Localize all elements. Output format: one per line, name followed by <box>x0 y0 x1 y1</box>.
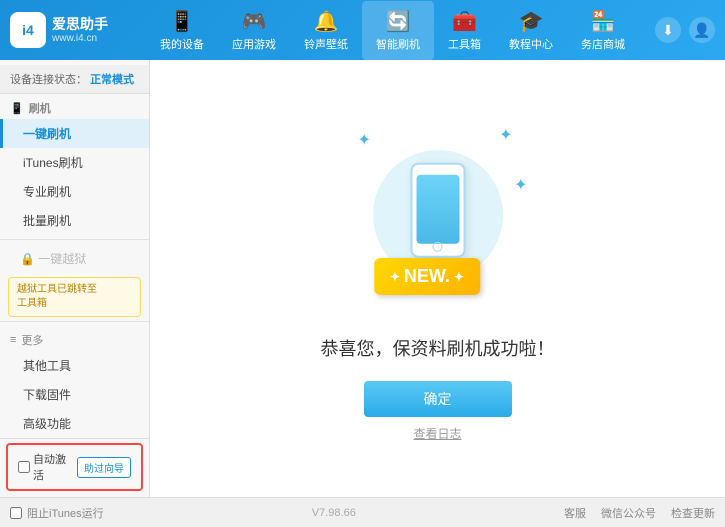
sidebar-divider-1 <box>0 239 149 240</box>
footer: 阻止iTunes运行 V7.98.66 客服 微信公众号 检查更新 <box>0 497 725 527</box>
sparkle-icon-1: ✦ <box>358 130 371 150</box>
sidebar-warning-box: 越狱工具已跳转至工具箱 <box>8 277 141 317</box>
sidebar-item-advanced[interactable]: 高级功能 <box>0 409 149 438</box>
nav-my-device-icon: 📱 <box>170 9 195 34</box>
phone-screen <box>416 175 459 244</box>
success-illustration: ✦ NEW. ✦ ✦ ✦ ✦ <box>338 115 538 315</box>
more-section-icon: ≡ <box>10 334 16 346</box>
nav-tutorial[interactable]: 🎓 教程中心 <box>495 1 567 60</box>
nav-smart-flash-icon: 🔄 <box>386 9 411 34</box>
footer-link-service[interactable]: 客服 <box>564 505 586 521</box>
sparkle-icon-3: ✦ <box>514 175 527 195</box>
nav-toolbox[interactable]: 🧰 工具箱 <box>434 1 495 60</box>
illustration-phone <box>410 163 465 258</box>
auto-activate-row: 自动激活 助过向导 <box>10 447 139 487</box>
new-badge: ✦ NEW. ✦ <box>374 258 480 295</box>
header-right: ⬇ 👤 <box>655 17 715 43</box>
sidebar-bottom: 自动激活 助过向导 📱 iPhone 15 Pro Max 512GB iPho… <box>0 438 149 497</box>
nav-tutorial-label: 教程中心 <box>509 36 553 52</box>
confirm-button[interactable]: 确定 <box>364 381 512 417</box>
nav-my-device[interactable]: 📱 我的设备 <box>146 1 218 60</box>
sidebar-item-batch-flash[interactable]: 批量刷机 <box>0 206 149 235</box>
status-value: 正常模式 <box>90 74 134 86</box>
new-badge-text: NEW. <box>404 266 450 287</box>
logo: i4 爱思助手 www.i4.cn <box>10 12 110 48</box>
auto-activate-text: 自动激活 <box>33 451 73 483</box>
star-right: ✦ <box>454 270 464 284</box>
nav-ringtones-icon: 🔔 <box>314 9 339 34</box>
content-area: ✦ NEW. ✦ ✦ ✦ ✦ 恭喜您，保资料刷机成功啦！ 确定 查看日志 <box>150 60 725 497</box>
section-flash-header: 📱 刷机 <box>0 94 149 119</box>
sidebar-item-pro-flash[interactable]: 专业刷机 <box>0 177 149 206</box>
nav-apps-icon: 🎮 <box>242 9 267 34</box>
sidebar-item-other-tools[interactable]: 其他工具 <box>0 351 149 380</box>
nav-my-device-label: 我的设备 <box>160 36 204 52</box>
nav-tutorial-icon: 🎓 <box>519 9 544 34</box>
device-row: 📱 iPhone 15 Pro Max 512GB iPhone <box>0 495 149 497</box>
sidebar: 设备连接状态： 正常模式 📱 刷机 一键刷机 iTunes刷机 专业刷机 批量刷… <box>0 60 150 497</box>
phone-home-button <box>433 242 443 252</box>
main: 设备连接状态： 正常模式 📱 刷机 一键刷机 iTunes刷机 专业刷机 批量刷… <box>0 60 725 497</box>
itunes-block-label: 阻止iTunes运行 <box>27 505 104 521</box>
sidebar-status: 设备连接状态： 正常模式 <box>0 65 149 94</box>
version-text: V7.98.66 <box>312 507 356 519</box>
sidebar-item-one-key-flash[interactable]: 一键刷机 <box>0 119 149 148</box>
nav-smart-flash[interactable]: 🔄 智能刷机 <box>362 1 434 60</box>
sidebar-item-one-key-jailbreak: 🔒 一键越狱 <box>0 244 149 273</box>
logo-letter: i4 <box>22 22 34 38</box>
nav-ringtones[interactable]: 🔔 铃声壁纸 <box>290 1 362 60</box>
footer-link-wechat[interactable]: 微信公众号 <box>601 505 656 521</box>
warning-text: 越狱工具已跳转至工具箱 <box>17 284 97 309</box>
header: i4 爱思助手 www.i4.cn 📱 我的设备 🎮 应用游戏 🔔 铃声壁纸 🔄… <box>0 0 725 60</box>
footer-center: V7.98.66 <box>124 507 544 519</box>
guide-button[interactable]: 助过向导 <box>77 457 131 478</box>
footer-link-update[interactable]: 检查更新 <box>671 505 715 521</box>
nav-apps-label: 应用游戏 <box>232 36 276 52</box>
nav-service-label: 务店商城 <box>581 36 625 52</box>
success-title: 恭喜您，保资料刷机成功啦！ <box>321 335 555 361</box>
nav-apps-games[interactable]: 🎮 应用游戏 <box>218 1 290 60</box>
star-left: ✦ <box>390 270 400 284</box>
logo-icon: i4 <box>10 12 46 48</box>
sparkle-icon-2: ✦ <box>499 125 512 145</box>
nav-smart-flash-label: 智能刷机 <box>376 36 420 52</box>
section-more-header: ≡ 更多 <box>0 326 149 351</box>
nav-toolbox-label: 工具箱 <box>448 36 481 52</box>
nav-toolbox-icon: 🧰 <box>452 9 477 34</box>
nav-service[interactable]: 🏪 务店商城 <box>567 1 639 60</box>
auto-activate-checkbox[interactable] <box>18 461 30 473</box>
user-icon[interactable]: 👤 <box>689 17 715 43</box>
itunes-block-checkbox[interactable] <box>10 507 22 519</box>
footer-right: 客服 微信公众号 检查更新 <box>564 505 715 521</box>
more-section-label: 更多 <box>21 332 43 348</box>
sidebar-item-itunes-flash[interactable]: iTunes刷机 <box>0 148 149 177</box>
auto-activate-checkbox-label[interactable]: 自动激活 <box>18 451 73 483</box>
flash-section-icon: 📱 <box>10 102 24 115</box>
logo-url: www.i4.cn <box>52 33 108 44</box>
log-link[interactable]: 查看日志 <box>413 425 461 442</box>
status-label: 设备连接状态： <box>10 74 87 86</box>
nav-service-icon: 🏪 <box>591 9 616 34</box>
nav-bar: 📱 我的设备 🎮 应用游戏 🔔 铃声壁纸 🔄 智能刷机 🧰 工具箱 🎓 教程中心… <box>130 1 655 60</box>
flash-section-label: 刷机 <box>29 100 51 116</box>
nav-ringtones-label: 铃声壁纸 <box>304 36 348 52</box>
highlight-box: 自动激活 助过向导 <box>6 443 143 491</box>
download-icon[interactable]: ⬇ <box>655 17 681 43</box>
footer-left: 阻止iTunes运行 <box>10 505 104 521</box>
logo-name: 爱思助手 <box>52 16 108 33</box>
sidebar-item-download-firmware[interactable]: 下载固件 <box>0 380 149 409</box>
sidebar-divider-2 <box>0 321 149 322</box>
